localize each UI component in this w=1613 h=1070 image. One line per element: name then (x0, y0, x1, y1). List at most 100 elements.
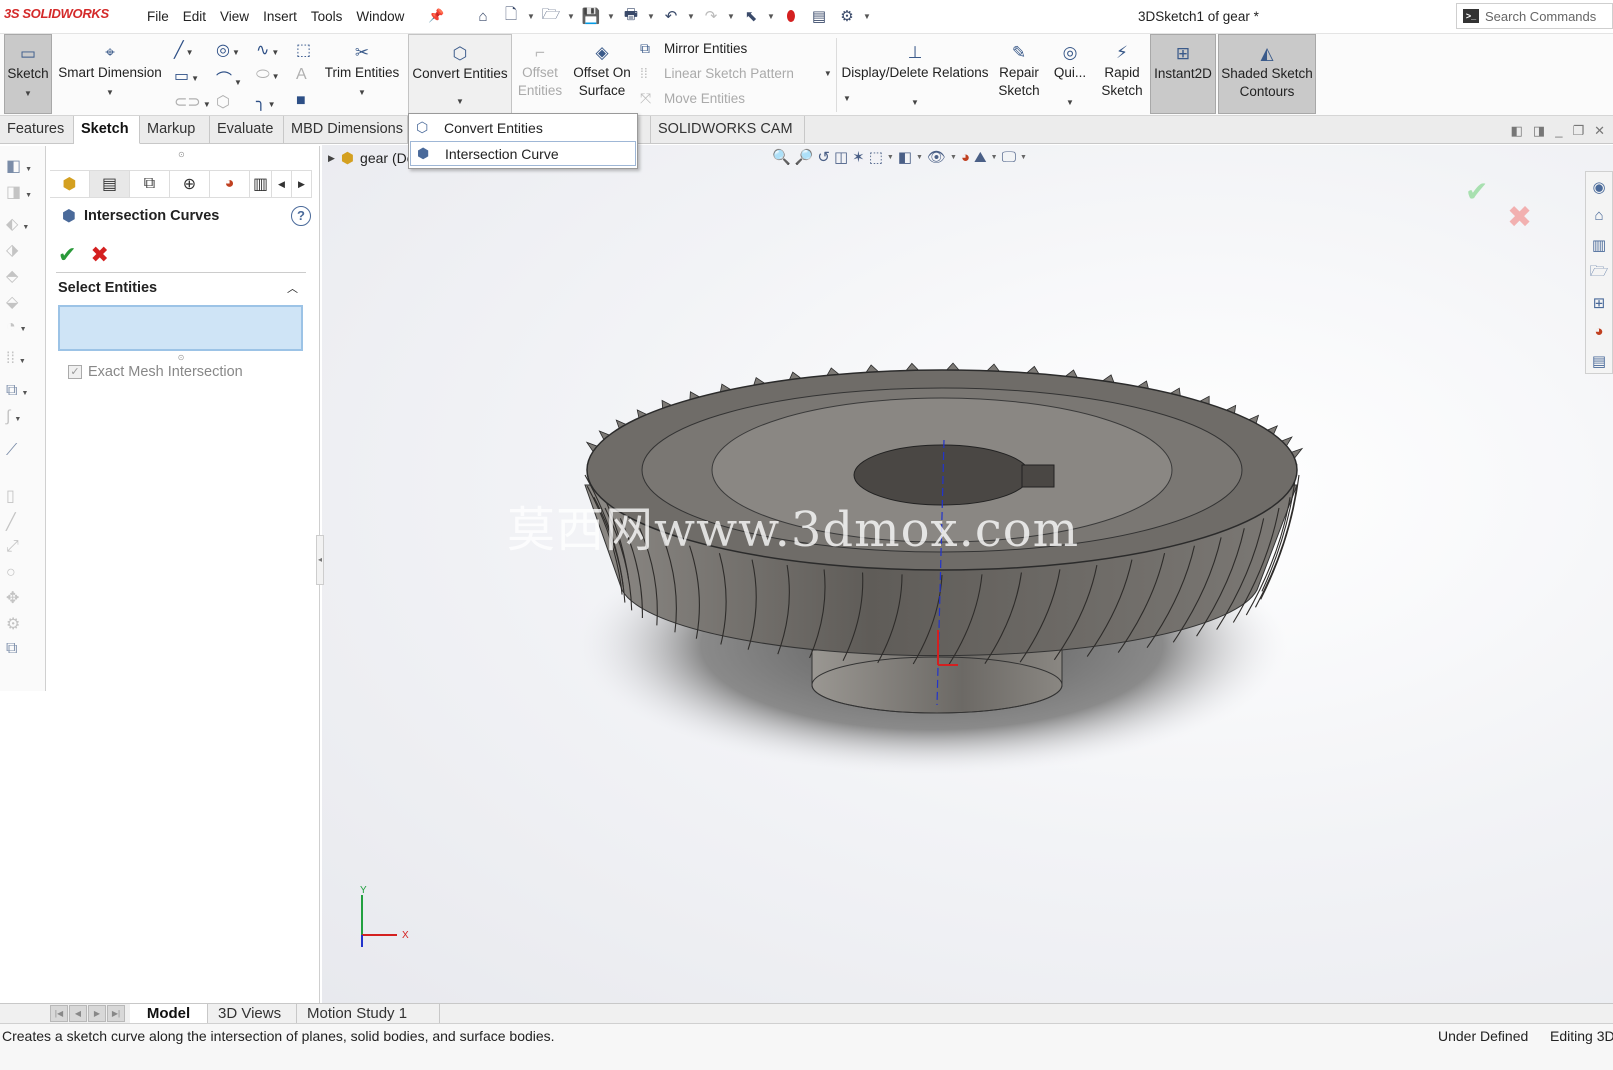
minimize-icon[interactable]: _ (1555, 123, 1562, 139)
tab-model[interactable]: Model (130, 1004, 208, 1024)
offset-on-surface-button[interactable]: ◈ Offset On Surface (568, 34, 636, 114)
menu-window[interactable]: Window (349, 9, 411, 24)
display-delete-relations-button[interactable]: ⊥ Display/Delete Relations ▼ (840, 34, 990, 114)
chevron-up-icon[interactable]: ︿ (287, 280, 298, 296)
solidworks-logo[interactable]: 3S SOLIDWORKS (4, 6, 109, 21)
home-icon[interactable]: ⌂ (470, 5, 496, 27)
tile-right-icon[interactable]: ◨ (1533, 123, 1545, 139)
reference-geometry-icon[interactable]: ⧉ ▼ (6, 382, 28, 400)
quick-snaps-dropdown-arrow[interactable]: ▼ (1066, 94, 1074, 112)
cam-manager-tab-icon[interactable]: ▥ (250, 171, 272, 197)
tab-features[interactable]: Features (0, 116, 74, 144)
checkbox-checked-icon[interactable]: ✓ (68, 365, 82, 379)
close-icon[interactable]: ✕ (1594, 123, 1605, 139)
group-header[interactable]: Select Entities ︿ (56, 273, 306, 303)
tab-sketch[interactable]: Sketch (74, 116, 140, 144)
display-manager-tab-icon[interactable]: ◕ (210, 171, 250, 197)
feature-manager-tab-icon[interactable]: ⬢ (50, 171, 90, 197)
print-icon[interactable]: 🖶 (618, 5, 644, 27)
entity-selection-box[interactable] (58, 305, 303, 351)
next-tab-icon[interactable]: ▶ (88, 1005, 106, 1022)
save-dropdown-arrow[interactable]: ▼ (606, 12, 616, 21)
circle-icon[interactable]: ◎ ▼ (216, 40, 240, 60)
property-manager-tab-icon[interactable]: ▤ (90, 171, 130, 197)
curves-icon[interactable]: ∫ ▼ (6, 408, 21, 426)
tabs-scroll-right-icon[interactable]: ▶ (292, 171, 312, 197)
mirror-entities-button[interactable]: ⧉ Mirror Entities (640, 40, 747, 57)
tab-mbd-dimensions[interactable]: MBD Dimensions (284, 116, 408, 144)
spline-icon[interactable]: ∿ ▼ (256, 40, 279, 60)
redo-icon[interactable]: ↷ (698, 5, 724, 27)
open-dropdown-arrow[interactable]: ▼ (566, 12, 576, 21)
print-dropdown-arrow[interactable]: ▼ (646, 12, 656, 21)
linear-sketch-pattern-button[interactable]: ⁞⁞ Linear Sketch Pattern ▼ (640, 65, 832, 81)
sketch-button[interactable]: ▭ Sketch ▼ (4, 34, 52, 114)
help-icon[interactable]: ? (291, 206, 311, 226)
linear-pattern-feature-icon[interactable]: ⁞⁞ ▼ (6, 350, 26, 368)
point-icon[interactable]: ■ (296, 92, 306, 110)
select-pointer-icon[interactable]: ⬉ (738, 5, 764, 27)
undo-dropdown-arrow[interactable]: ▼ (686, 12, 696, 21)
rebuild-traffic-light-icon[interactable]: ⬮ (778, 5, 804, 27)
redo-dropdown-arrow[interactable]: ▼ (726, 12, 736, 21)
move-copy-icon[interactable]: ✥ (6, 588, 19, 608)
sketch-plane-icon[interactable]: ▯ (6, 486, 15, 506)
smart-dimension-dropdown-arrow[interactable]: ▼ (106, 84, 114, 102)
configuration-manager-tab-icon[interactable]: ⧉ (130, 171, 170, 197)
list-resize-grip[interactable]: ⊙ (56, 353, 306, 362)
open-icon[interactable]: 🗁 (538, 5, 564, 27)
menu-insert[interactable]: Insert (256, 9, 304, 24)
convert-entities-dropdown-arrow[interactable]: ▼ (456, 93, 464, 111)
line-icon[interactable]: ╱ ▼ (174, 40, 194, 60)
trim-entities-dropdown-arrow[interactable]: ▼ (358, 84, 366, 102)
sketch-dropdown-arrow[interactable]: ▼ (24, 85, 32, 103)
last-tab-icon[interactable]: ▶| (107, 1005, 125, 1022)
save-icon[interactable]: 💾 (578, 5, 604, 27)
options-dropdown-arrow[interactable]: ▼ (862, 12, 872, 21)
ellipse-icon[interactable]: ⬭ ▼ (256, 66, 280, 84)
undo-icon[interactable]: ↶ (658, 5, 684, 27)
cancel-button[interactable]: ✖ (90, 242, 108, 268)
tab-3d-views[interactable]: 3D Views (208, 1004, 297, 1024)
tab-motion-study-1[interactable]: Motion Study 1 (297, 1004, 440, 1024)
arc-icon[interactable]: ⌒ ▼ (216, 66, 242, 90)
split-line-icon[interactable]: ⚙ (6, 614, 20, 634)
tab-solidworks-cam[interactable]: SOLIDWORKS CAM (650, 116, 805, 144)
search-commands-box[interactable]: >_ Search Commands (1456, 3, 1613, 29)
graphics-area[interactable]: ▶ ⬢ gear (Default) <<Default>_Di... 🔍 🔎 … (322, 123, 1613, 1003)
move-entities-button[interactable]: ⤧ Move Entities ▼ (640, 90, 851, 107)
restore-icon[interactable]: ❐ (1572, 123, 1584, 139)
menu-edit[interactable]: Edit (176, 9, 213, 24)
tab-evaluate[interactable]: Evaluate (210, 116, 284, 144)
exact-mesh-intersection-checkbox[interactable]: ✓ Exact Mesh Intersection (68, 364, 243, 380)
boundary-boss-icon[interactable]: ⬘ (6, 266, 18, 286)
first-tab-icon[interactable]: |◀ (50, 1005, 68, 1022)
instant3d-icon[interactable]: ⟋ (6, 442, 17, 460)
small-point-icon[interactable]: ○ (6, 564, 16, 582)
menu-item-intersection-curve[interactable]: ⬢ Intersection Curve (410, 141, 636, 166)
3d-text-icon[interactable]: ⧉ (6, 640, 17, 658)
convert-entities-button[interactable]: ⬡ Convert Entities ▼ (408, 34, 512, 114)
text-icon[interactable]: A (296, 66, 307, 84)
panel-grip[interactable]: ⊙ (178, 150, 185, 159)
slot-icon[interactable]: ⊂⊃ ▼ (174, 92, 211, 112)
menu-item-convert-entities[interactable]: ⬡ Convert Entities (410, 115, 636, 140)
tile-left-icon[interactable]: ◧ (1511, 123, 1523, 139)
gear-model-3d[interactable] (322, 145, 1613, 1003)
panel-splitter[interactable]: ◂ (316, 535, 324, 585)
revolved-boss-icon[interactable]: ◨ ▼ (6, 182, 32, 202)
options-gear-icon[interactable]: ⚙ (834, 5, 860, 27)
pin-icon[interactable]: 📌 (428, 8, 444, 24)
relations-dropdown-arrow[interactable]: ▼ (911, 94, 919, 112)
3d-sketch-axis-icon[interactable]: ⤢ (6, 538, 19, 556)
menu-view[interactable]: View (213, 9, 256, 24)
shaded-sketch-contours-button[interactable]: ◭ Shaded Sketch Contours (1218, 34, 1316, 114)
offset-entities-button[interactable]: ⌐ Offset Entities (516, 34, 564, 114)
linear-pattern-dropdown-arrow[interactable]: ▼ (824, 69, 832, 78)
previous-tab-icon[interactable]: ◀ (69, 1005, 87, 1022)
dimxpert-manager-tab-icon[interactable]: ⊕ (170, 171, 210, 197)
rapid-sketch-button[interactable]: ⚡ Rapid Sketch (1096, 34, 1148, 114)
fillet-icon[interactable]: ╮ ▼ (256, 92, 276, 112)
centerline-icon[interactable]: ╱ (6, 512, 16, 532)
rectangle-icon[interactable]: ▭ ▼ (174, 66, 199, 86)
